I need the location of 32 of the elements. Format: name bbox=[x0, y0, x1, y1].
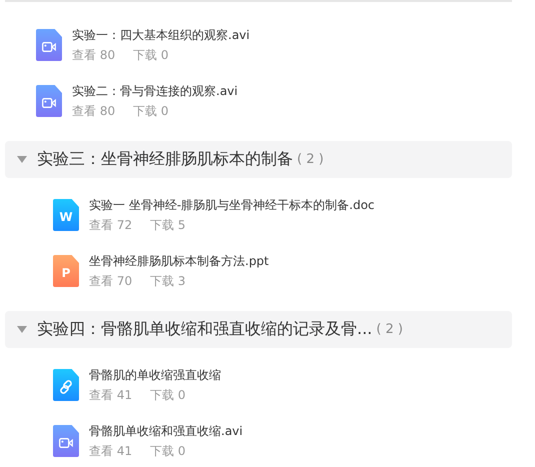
file-name-link[interactable]: 骨骼肌单收缩和强直收缩.avi bbox=[89, 422, 243, 440]
view-count: 查看 80 bbox=[72, 46, 116, 64]
video-file-icon bbox=[53, 425, 79, 457]
file-name-link[interactable]: 实验一：四大基本组织的观察.avi bbox=[72, 26, 250, 44]
download-count: 下载 0 bbox=[133, 46, 169, 64]
download-count: 下载 0 bbox=[150, 386, 186, 404]
view-count: 查看 41 bbox=[89, 442, 132, 460]
video-file-icon bbox=[36, 29, 62, 61]
file-name-link[interactable]: 实验一 坐骨神经-腓肠肌与坐骨神经干标本的制备.doc bbox=[89, 196, 375, 214]
download-count: 下载 0 bbox=[150, 442, 186, 460]
caret-icon[interactable] bbox=[17, 156, 27, 163]
section-header[interactable]: 实验四：骨骼肌单收缩和强直收缩的记录及骨... ( 2 ) bbox=[5, 311, 512, 348]
view-count: 查看 41 bbox=[89, 386, 132, 404]
video-file-icon bbox=[36, 85, 62, 117]
item-count: ( 2 ) bbox=[376, 322, 403, 337]
file-name-link[interactable]: 实验二：骨与骨连接的观察.avi bbox=[72, 82, 238, 100]
view-count: 查看 72 bbox=[89, 216, 132, 234]
caret-icon[interactable] bbox=[17, 326, 27, 333]
download-count: 下载 3 bbox=[150, 272, 186, 290]
section-title: 实验三：坐骨神经腓肠肌标本的制备 bbox=[37, 149, 293, 170]
download-count: 下载 5 bbox=[150, 216, 186, 234]
section-header[interactable]: 实验三：坐骨神经腓肠肌标本的制备 ( 2 ) bbox=[5, 141, 512, 178]
word-document-icon: W bbox=[53, 199, 79, 231]
section-title: 实验四：骨骼肌单收缩和强直收缩的记录及骨... bbox=[37, 319, 372, 340]
item-count: ( 2 ) bbox=[297, 152, 324, 167]
file-name-link[interactable]: 坐骨神经腓肠肌标本制备方法.ppt bbox=[89, 252, 269, 270]
file-name-link[interactable]: 骨骼肌的单收缩强直收缩 bbox=[89, 366, 221, 384]
view-count: 查看 80 bbox=[72, 102, 116, 120]
view-count: 查看 70 bbox=[89, 272, 132, 290]
link-file-icon bbox=[53, 369, 79, 401]
presentation-file-icon: P bbox=[53, 255, 79, 287]
download-count: 下载 0 bbox=[133, 102, 169, 120]
